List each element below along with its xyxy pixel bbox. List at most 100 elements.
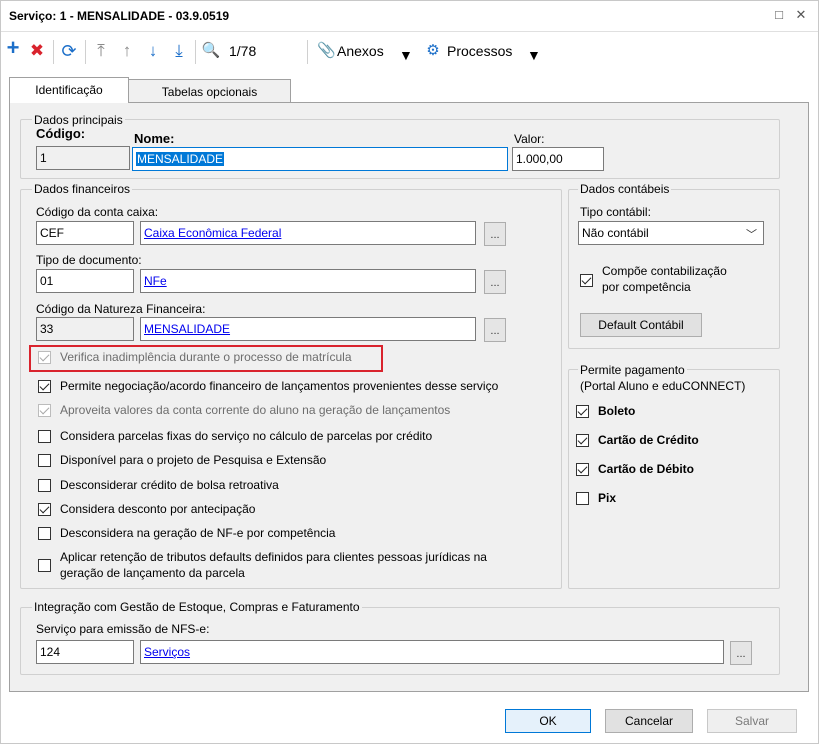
search-icon[interactable]: 🔍	[201, 41, 221, 61]
conta-caixa-label: Código da conta caixa:	[36, 205, 159, 219]
payment-label: Pix	[598, 491, 617, 505]
nome-value: MENSALIDADE	[136, 152, 225, 166]
group-title: Permite pagamento	[578, 363, 687, 377]
toolbar-separator	[53, 40, 54, 64]
retencao-tributos-checkbox[interactable]	[38, 559, 51, 572]
valor-label: Valor:	[514, 132, 545, 146]
option-label: Desconsidera na geração de NF-e por comp…	[60, 526, 336, 540]
tipo-documento-label: Tipo de documento:	[36, 253, 142, 267]
cartao-credito-checkbox[interactable]	[576, 434, 589, 447]
add-icon[interactable]: +	[3, 37, 23, 59]
conta-caixa-name-field[interactable]: Caixa Econômica Federal	[140, 221, 476, 245]
cartao-debito-checkbox[interactable]	[576, 463, 589, 476]
pesquisa-extensao-checkbox[interactable]	[38, 454, 51, 467]
option-label: Verifica inadimplência durante o process…	[60, 350, 352, 364]
last-record-icon[interactable]: ⤓	[169, 41, 189, 61]
natureza-financeira-browse-button[interactable]: ...	[484, 318, 506, 342]
nfe-competencia-checkbox[interactable]	[38, 527, 51, 540]
toolbar-separator	[195, 40, 196, 64]
permite-pagamento-group	[568, 369, 780, 589]
group-title: Integração com Gestão de Estoque, Compra…	[32, 600, 362, 614]
tipo-contabil-select[interactable]: Não contábil ﹀	[578, 221, 764, 245]
service-dialog: Serviço: 1 - MENSALIDADE - 03.9.0519 □ ✕…	[0, 0, 819, 744]
natureza-financeira-name-field[interactable]: MENSALIDADE	[140, 317, 476, 341]
option-label: Aplicar retenção de tributos defaults de…	[60, 550, 487, 564]
conta-caixa-link[interactable]: Caixa Econômica Federal	[144, 226, 281, 240]
tab-panel: Dados principais Código: 1 Nome: MENSALI…	[9, 102, 809, 692]
tipo-documento-code-field[interactable]: 01	[36, 269, 134, 293]
tab-label: Tabelas opcionais	[161, 85, 258, 99]
gear-icon[interactable]: ⚙	[425, 41, 441, 61]
title-bar: Serviço: 1 - MENSALIDADE - 03.9.0519 □ ✕	[1, 1, 818, 32]
tab-identificacao[interactable]: Identificação	[9, 77, 129, 103]
close-icon[interactable]: ✕	[793, 7, 809, 23]
default-contabil-button[interactable]: Default Contábil	[580, 313, 702, 337]
servico-nfse-link[interactable]: Serviços	[144, 645, 190, 659]
tipo-contabil-value: Não contábil	[582, 226, 649, 240]
nome-label: Nome:	[134, 131, 175, 146]
servico-nfse-code-field[interactable]: 124	[36, 640, 134, 664]
desconto-antecipacao-checkbox[interactable]	[38, 503, 51, 516]
compoe-contabilizacao-checkbox[interactable]	[580, 274, 593, 287]
group-title: Dados contábeis	[578, 182, 672, 196]
boleto-checkbox[interactable]	[576, 405, 589, 418]
next-record-icon[interactable]: ↓	[143, 41, 163, 61]
valor-field[interactable]: 1.000,00	[512, 147, 604, 171]
natureza-financeira-code-field[interactable]: 33	[36, 317, 134, 341]
delete-icon[interactable]: ✖	[27, 41, 47, 61]
record-counter: 1/78	[229, 43, 257, 59]
conta-caixa-browse-button[interactable]: ...	[484, 222, 506, 246]
servico-nfse-name-field[interactable]: Serviços	[140, 640, 724, 664]
compoe-label-continued: por competência	[602, 280, 691, 294]
tipo-documento-browse-button[interactable]: ...	[484, 270, 506, 294]
aproveita-valores-checkbox[interactable]	[38, 404, 51, 417]
parcelas-fixas-checkbox[interactable]	[38, 430, 51, 443]
pix-checkbox[interactable]	[576, 492, 589, 505]
option-label: Considera parcelas fixas do serviço no c…	[60, 429, 433, 443]
tipo-documento-name-field[interactable]: NFe	[140, 269, 476, 293]
codigo-label: Código:	[36, 126, 86, 141]
cancel-button[interactable]: Cancelar	[605, 709, 693, 733]
servico-nfse-label: Serviço para emissão de NFS-e:	[36, 622, 210, 636]
chevron-down-icon[interactable]: ▼	[527, 47, 541, 63]
previous-record-icon[interactable]: ↑	[117, 41, 137, 61]
chevron-down-icon[interactable]: ▼	[399, 47, 413, 63]
paperclip-icon[interactable]: 📎	[317, 41, 336, 61]
save-button[interactable]: Salvar	[707, 709, 797, 733]
option-label: Desconsiderar crédito de bolsa retroativ…	[60, 478, 279, 492]
first-record-icon[interactable]: ⤒	[91, 41, 111, 61]
group-title: Dados financeiros	[32, 182, 133, 196]
payment-label: Cartão de Débito	[598, 462, 695, 476]
permite-pagamento-subtitle: (Portal Aluno e eduCONNECT)	[580, 379, 746, 393]
ok-button[interactable]: OK	[505, 709, 591, 733]
servico-nfse-browse-button[interactable]: ...	[730, 641, 752, 665]
codigo-field[interactable]: 1	[36, 146, 130, 170]
tipo-contabil-label: Tipo contábil:	[580, 205, 651, 219]
natureza-financeira-label: Código da Natureza Financeira:	[36, 302, 206, 316]
anexos-menu[interactable]: Anexos	[337, 43, 384, 59]
toolbar-separator	[307, 40, 308, 64]
payment-label: Cartão de Crédito	[598, 433, 699, 447]
toolbar: + ✖ ⟳ ⤒ ↑ ↓ ⤓ 🔍 1/78 📎 Anexos ▼ ⚙ Proces…	[1, 33, 818, 71]
toolbar-separator	[85, 40, 86, 64]
tab-tabelas-opcionais[interactable]: Tabelas opcionais	[128, 79, 291, 103]
permite-negociacao-checkbox[interactable]	[38, 380, 51, 393]
nome-field[interactable]: MENSALIDADE	[132, 147, 508, 171]
maximize-icon[interactable]: □	[771, 7, 787, 22]
option-label: Considera desconto por antecipação	[60, 502, 256, 516]
refresh-icon[interactable]: ⟳	[59, 41, 79, 61]
payment-label: Boleto	[598, 404, 636, 418]
conta-caixa-code-field[interactable]: CEF	[36, 221, 134, 245]
bolsa-retroativa-checkbox[interactable]	[38, 479, 51, 492]
processos-menu[interactable]: Processos	[447, 43, 512, 59]
tipo-documento-link[interactable]: NFe	[144, 274, 167, 288]
tab-label: Identificação	[35, 83, 103, 97]
option-label: Disponível para o projeto de Pesquisa e …	[60, 453, 327, 467]
verifica-inadimplencia-checkbox[interactable]	[38, 351, 51, 364]
window-title: Serviço: 1 - MENSALIDADE - 03.9.0519	[9, 9, 230, 23]
option-label: Aproveita valores da conta corrente do a…	[60, 403, 451, 417]
chevron-down-icon: ﹀	[746, 229, 757, 241]
natureza-financeira-link[interactable]: MENSALIDADE	[144, 322, 230, 336]
option-label-continued: geração de lançamento da parcela	[60, 566, 245, 580]
compoe-label: Compõe contabilização	[602, 264, 727, 278]
